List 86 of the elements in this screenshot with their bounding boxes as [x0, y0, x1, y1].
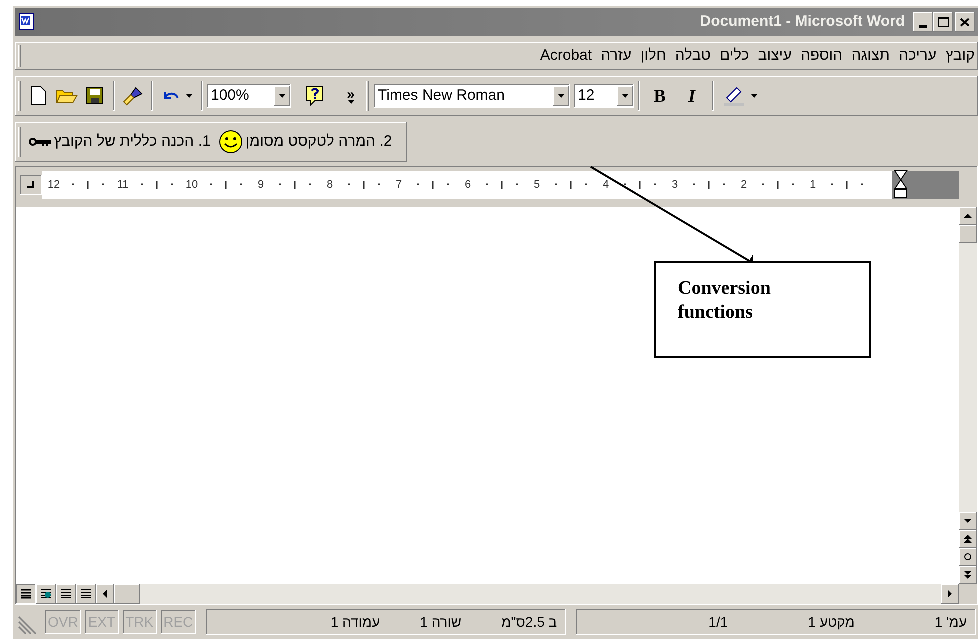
scroll-down-button[interactable]: [959, 512, 977, 530]
menu-item[interactable]: קובץ: [946, 44, 975, 68]
browse-object-button[interactable]: [959, 548, 977, 566]
circle-icon: [964, 553, 972, 561]
ruler-number: 4: [602, 178, 610, 193]
minimize-button[interactable]: [913, 12, 933, 32]
close-button[interactable]: [955, 12, 975, 32]
italic-button[interactable]: I: [676, 82, 708, 110]
scroll-thumb[interactable]: [959, 225, 977, 243]
ruler-number: 6: [464, 178, 472, 193]
ruler-number: 7: [394, 178, 404, 193]
menu-item[interactable]: כלים: [720, 44, 750, 68]
outline-view-button[interactable]: [76, 584, 96, 604]
ruler-number: 10: [184, 178, 200, 193]
print-view-button[interactable]: [56, 584, 76, 604]
next-page-button[interactable]: [959, 566, 977, 584]
more-buttons-button[interactable]: »: [341, 81, 361, 111]
ruler-number: 3: [670, 178, 680, 193]
word-document-icon: [18, 13, 36, 31]
callout-text: Conversion: [678, 277, 772, 301]
font-size-dropdown[interactable]: 12: [574, 84, 634, 108]
toolbar-button[interactable]: 1. הכנה כללית של הקובץ: [25, 127, 215, 157]
lines-icon: [80, 589, 92, 599]
tab-selector-button[interactable]: [20, 175, 42, 195]
ruler-number: 12: [46, 178, 62, 193]
globe-page-icon: [40, 589, 52, 599]
highlighter-pen-icon: [722, 86, 744, 106]
toolbar-button[interactable]: 2. המרה לטקסט מסומן: [214, 127, 396, 157]
ruler-number: 5: [532, 178, 542, 193]
undo-arrow-icon: [162, 90, 180, 102]
horizontal-scroll-thumb[interactable]: [114, 584, 140, 604]
left-arrow-icon: [103, 590, 107, 598]
right-arrow-icon: [948, 590, 952, 598]
ruler-number: 1: [808, 178, 818, 193]
close-icon: [960, 18, 970, 26]
menu-item[interactable]: עזרה: [601, 44, 632, 68]
status-text: 1/1: [708, 612, 728, 632]
font-name: Times New Roman: [377, 86, 506, 106]
previous-page-button[interactable]: [959, 530, 977, 548]
scroll-left-button[interactable]: [96, 584, 114, 604]
scroll-up-button[interactable]: [959, 207, 977, 225]
blank-page-icon: [31, 86, 47, 106]
status-text: שורה 1: [420, 612, 462, 632]
ruler-number: 2: [740, 178, 748, 193]
question-bubble-icon: [305, 85, 325, 107]
maximize-icon: [938, 17, 948, 27]
minimize-icon: [919, 25, 927, 28]
indent-marker-icon: [894, 170, 908, 200]
lines-icon: [20, 589, 32, 599]
caret-icon: [186, 94, 192, 98]
font-dropdown[interactable]: Times New Roman: [374, 84, 570, 108]
lines-icon: [60, 589, 72, 599]
font-size-value: 12: [577, 86, 596, 106]
key-icon: [29, 137, 51, 147]
web-view-button[interactable]: [36, 584, 56, 604]
caret-icon: [348, 100, 354, 104]
normal-view-button[interactable]: [16, 584, 36, 604]
menu-item[interactable]: עריכה: [898, 44, 937, 68]
menu-item[interactable]: עיצוב: [758, 44, 792, 68]
up-arrow-icon: [964, 214, 972, 218]
status-text: עמ' 1: [934, 612, 967, 632]
ruler-number: 9: [256, 178, 266, 193]
window-title: Document1 - Microsoft Word: [700, 12, 905, 32]
ruler-number: 8: [326, 178, 334, 193]
double-down-arrow-icon: [964, 571, 972, 579]
ruler-number: 11: [116, 178, 130, 193]
menu-item[interactable]: חלון: [640, 44, 666, 68]
menu-item[interactable]: תצוגה: [852, 44, 890, 68]
caret-icon: [750, 94, 758, 98]
status-text: עמודה 1: [330, 612, 380, 632]
paintbrush-icon: [122, 86, 144, 106]
status-text: ב 2.5ס"מ: [502, 612, 558, 632]
bold-button[interactable]: B: [644, 82, 676, 110]
down-arrow-icon: [964, 517, 972, 525]
callout-text: functions: [678, 301, 754, 325]
smiley-face-icon: [218, 130, 243, 154]
menu-item[interactable]: Acrobat: [540, 44, 592, 68]
zoom-value: 100%: [210, 86, 250, 106]
menu-item[interactable]: הוספה: [800, 44, 843, 68]
status-text: מקטע 1: [808, 612, 855, 632]
menu-item[interactable]: טבלה: [675, 44, 711, 68]
scroll-right-button[interactable]: [941, 584, 959, 604]
zoom-dropdown[interactable]: 100%: [207, 84, 291, 108]
maximize-button[interactable]: [933, 12, 953, 32]
double-up-arrow-icon: [964, 535, 972, 543]
left-tab-icon: [27, 181, 35, 189]
